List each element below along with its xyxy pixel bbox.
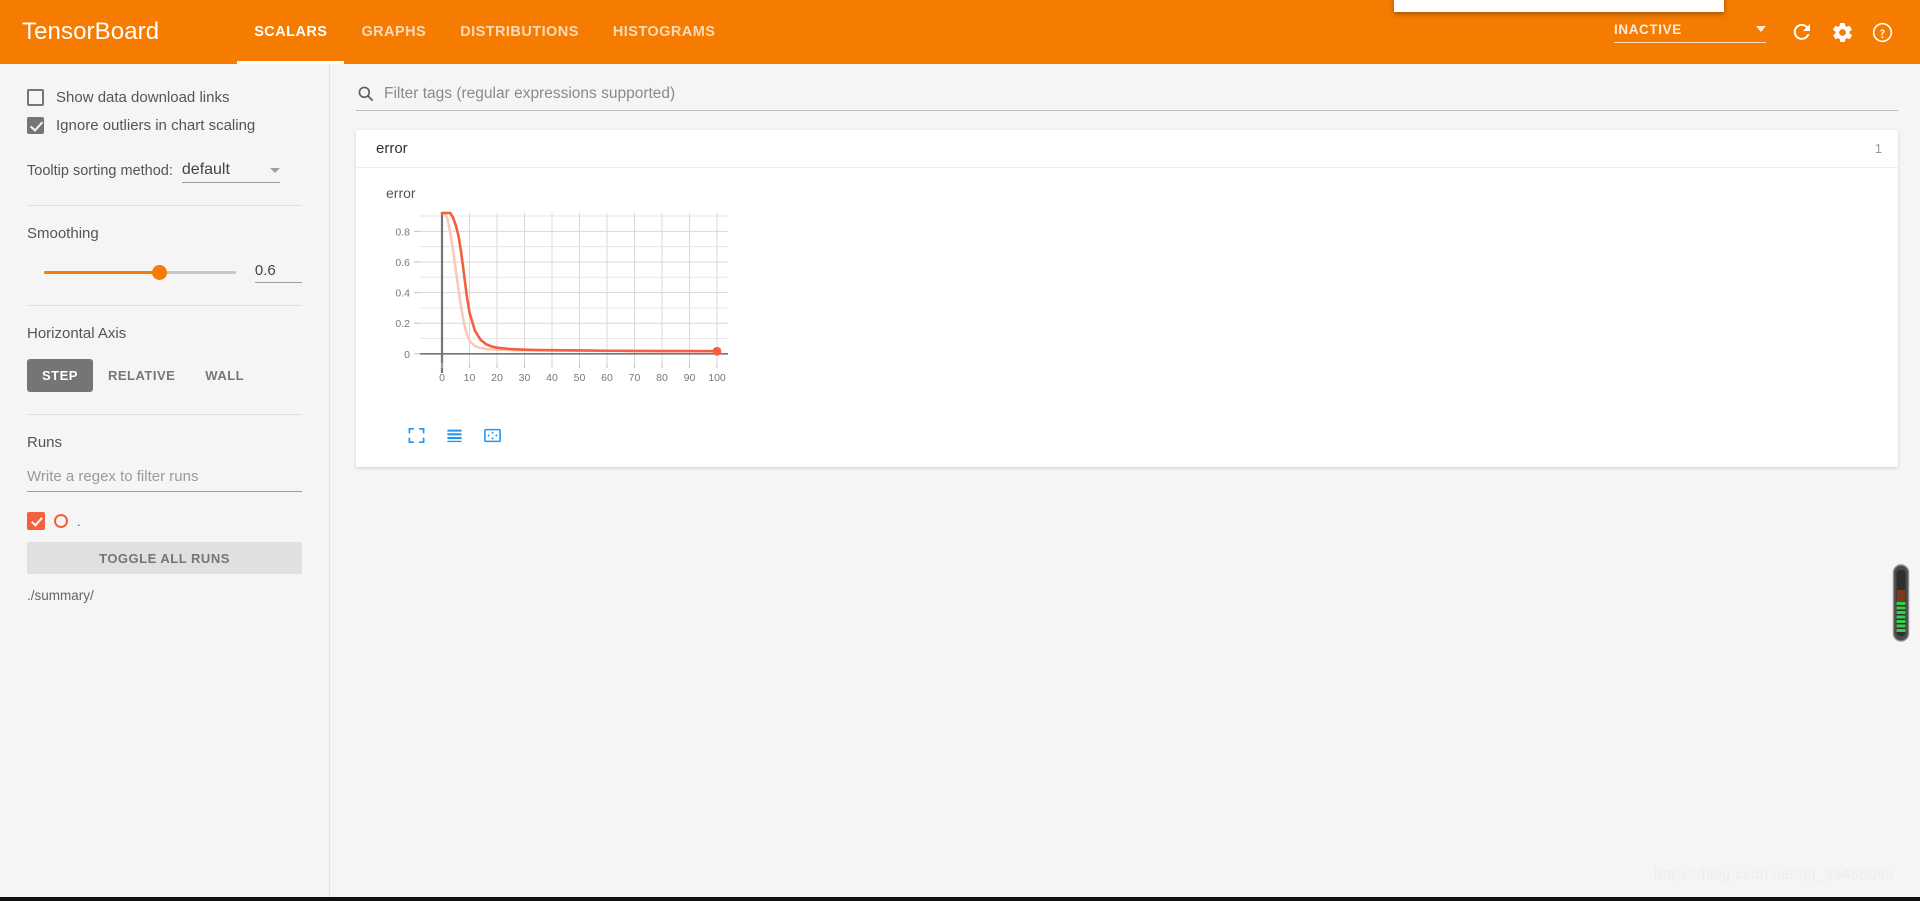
tag-filter-field[interactable]: Filter tags (regular expressions support… (356, 84, 1898, 111)
chart-x-tick-label: 50 (574, 372, 586, 384)
divider (27, 205, 302, 206)
tab-scalars[interactable]: SCALARS (237, 0, 345, 64)
chevron-down-icon (1756, 26, 1766, 32)
chart-y-tick-label: 0.2 (395, 318, 410, 330)
chart-x-tick-label: 90 (684, 372, 696, 384)
tag-group-card: error 1 error 0 0.2 0.4 0.6 0.8 0 10 20 30 40 50 60… (356, 130, 1898, 467)
chart-y-tick-label: 0.8 (395, 226, 410, 238)
fit-domain-button[interactable] (475, 421, 509, 449)
chart-endpoint-marker (712, 346, 722, 356)
run-logdir-path: ./summary/ (27, 588, 94, 603)
checkbox-checked-icon (27, 116, 44, 134)
smoothing-slider-knob[interactable] (151, 265, 167, 280)
tab-distributions-label: DISTRIBUTIONS (460, 24, 579, 40)
chevron-down-icon (269, 167, 280, 173)
ignore-outliers-label: Ignore outliers in chart scaling (56, 116, 256, 134)
reload-button[interactable] (1782, 12, 1822, 52)
gear-icon (1832, 22, 1852, 42)
tag-group-title: error (376, 140, 408, 157)
tag-group-header[interactable]: error 1 (356, 130, 1898, 168)
tooltip-sorting-row: Tooltip sorting method: default (27, 161, 302, 183)
tooltip-sorting-value: default (181, 161, 230, 178)
run-name-label: . (77, 513, 81, 529)
tab-distributions[interactable]: DISTRIBUTIONS (443, 0, 596, 64)
tab-graphs-label: GRAPHS (361, 24, 427, 40)
run-list-item[interactable]: . (27, 512, 302, 530)
run-checkbox-checked-icon[interactable] (27, 512, 45, 530)
refresh-icon (1793, 23, 1810, 40)
tag-group-count: 1 (1874, 141, 1882, 156)
horizontal-axis-buttons: STEP RELATIVE WALL (27, 359, 302, 392)
show-download-links-checkbox[interactable]: Show data download links (27, 83, 302, 111)
runs-label: Runs (27, 434, 63, 451)
expand-chart-icon (408, 427, 424, 443)
chart-title: error (386, 185, 416, 201)
app-brand: TensorBoard (22, 18, 160, 45)
expand-chart-button[interactable] (399, 421, 433, 449)
axis-option-step[interactable]: STEP (27, 359, 93, 392)
tab-histograms[interactable]: HISTOGRAMS (596, 0, 733, 64)
chart-svg: 0 0.2 0.4 0.6 0.8 0 10 20 30 40 50 60 70 80 90 100 (395, 211, 728, 384)
top-app-bar: TensorBoard SCALARS GRAPHS DISTRIBUTIONS… (0, 0, 1920, 64)
help-icon (1872, 22, 1892, 42)
show-download-links-label: Show data download links (56, 88, 230, 106)
chart-y-tick-label: 0.4 (395, 288, 410, 300)
ignore-outliers-checkbox[interactable]: Ignore outliers in chart scaling (27, 111, 302, 139)
scalar-chart[interactable]: 0 0.2 0.4 0.6 0.8 0 10 20 30 40 50 60 70 80 90 100 (376, 205, 736, 415)
bottom-edge-decoration (0, 897, 1920, 901)
chart-x-tick-label: 100 (708, 372, 726, 384)
axis-option-relative[interactable]: RELATIVE (93, 359, 190, 392)
top-overlay-popup (1394, 0, 1724, 12)
chart-x-tick-label: 10 (464, 372, 476, 384)
tooltip-sorting-label: Tooltip sorting method: (27, 163, 173, 179)
divider (27, 414, 302, 415)
tensorboard-app: TensorBoard SCALARS GRAPHS DISTRIBUTIONS… (0, 0, 1920, 901)
smoothing-slider[interactable] (44, 265, 236, 280)
tab-graphs[interactable]: GRAPHS (344, 0, 443, 64)
chart-x-tick-label: 70 (629, 372, 641, 384)
toggle-all-runs-button[interactable]: TOGGLE ALL RUNS (27, 542, 302, 574)
tag-group-body: error 0 0.2 0.4 0.6 0.8 0 10 20 30 40 50 60 70 80 90 10… (356, 168, 1898, 467)
smoothing-label: Smoothing (27, 225, 99, 242)
fit-domain-icon (483, 428, 501, 442)
checkbox-unchecked-icon (27, 88, 44, 106)
scroll-gauge-decoration (1892, 564, 1910, 642)
help-button[interactable] (1862, 12, 1902, 52)
chart-x-tick-label: 60 (601, 372, 613, 384)
horizontal-axis-label: Horizontal Axis (27, 325, 127, 342)
data-table-icon (446, 429, 462, 442)
sidebar: Show data download links Ignore outliers… (0, 64, 330, 901)
data-table-button[interactable] (437, 421, 471, 449)
divider (27, 305, 302, 306)
smoothing-value-input[interactable]: 0.6 (254, 262, 302, 283)
chart-x-tick-label: 30 (519, 372, 531, 384)
main-nav: SCALARS GRAPHS DISTRIBUTIONS HISTOGRAMS (237, 0, 732, 64)
chart-x-tick-label: 20 (491, 372, 503, 384)
smoothing-row: 0.6 (27, 262, 302, 283)
axis-option-wall[interactable]: WALL (190, 359, 259, 392)
chart-toolbar (399, 421, 1898, 449)
run-color-swatch-icon (54, 514, 68, 528)
runs-filter-input[interactable]: Write a regex to filter runs (27, 468, 302, 492)
chart-x-tick-label: 40 (546, 372, 558, 384)
chart-x-tick-label: 80 (656, 372, 668, 384)
smoothing-slider-fill (44, 271, 160, 274)
tooltip-sorting-select[interactable]: default (181, 161, 280, 183)
main-content: Filter tags (regular expressions support… (331, 64, 1920, 901)
watermark-text: https://blog.csdn.net/qq_35456045 (1653, 866, 1894, 883)
settings-button[interactable] (1822, 12, 1862, 52)
search-icon (356, 84, 375, 103)
chart-x-tick-label: 0 (439, 372, 445, 384)
tab-histograms-label: HISTOGRAMS (612, 24, 716, 40)
chart-y-tick-label: 0 (404, 349, 410, 361)
tag-filter-placeholder: Filter tags (regular expressions support… (384, 84, 676, 102)
reload-status-select[interactable]: INACTIVE (1614, 22, 1766, 43)
tab-scalars-label: SCALARS (254, 24, 328, 40)
chart-y-tick-label: 0.6 (395, 257, 410, 269)
reload-status-label: INACTIVE (1614, 21, 1682, 37)
